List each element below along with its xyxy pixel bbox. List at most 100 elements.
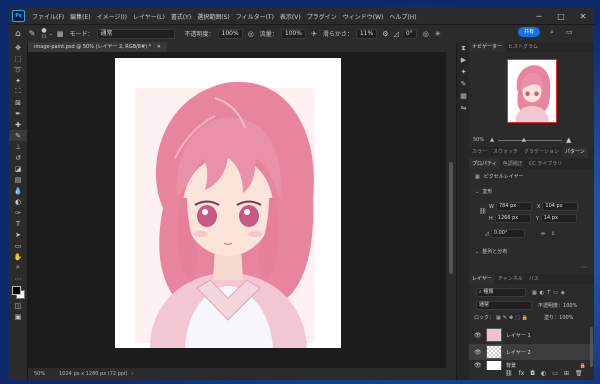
layer-row[interactable]: 👁 背景 🔒 <box>469 361 594 370</box>
new-layer-icon[interactable]: ⊞ <box>564 370 569 377</box>
lock-move-icon[interactable]: ✥ <box>509 315 513 321</box>
tab-swatches[interactable]: スウォッチ <box>490 147 521 157</box>
pen-tool-icon[interactable]: ✑ <box>9 207 27 218</box>
document-tab[interactable]: image-paint.psd @ 50% (レイヤー 2, RGB/8#) *… <box>28 42 167 52</box>
share-button[interactable]: 共有 <box>518 27 540 37</box>
hand-tool-icon[interactable]: ✋ <box>9 251 27 262</box>
zoom-out-icon[interactable]: ▲ <box>490 137 494 143</box>
menu-window[interactable]: ウィンドウ(W) <box>340 12 387 21</box>
layers-scrollbar[interactable] <box>590 327 593 367</box>
smoothing-field[interactable]: 11% <box>355 28 378 39</box>
tab-navigator[interactable]: ナビゲーター <box>469 42 506 52</box>
filter-type-icon[interactable]: T <box>547 290 550 296</box>
menu-edit[interactable]: 編集(E) <box>67 12 93 21</box>
home-icon[interactable]: ⌂ <box>15 29 21 39</box>
delete-layer-icon[interactable]: 🗑 <box>575 370 583 377</box>
menu-view[interactable]: 表示(V) <box>277 12 304 21</box>
fill-value[interactable]: 100% <box>559 315 573 321</box>
adjustment-layer-icon[interactable]: ◐ <box>541 370 546 377</box>
eyedropper-tool-icon[interactable]: ✒ <box>9 108 27 119</box>
document-canvas[interactable] <box>115 58 341 348</box>
layer-row[interactable]: 👁 レイヤー 1 <box>469 327 594 343</box>
fx-icon[interactable]: fx <box>519 370 525 377</box>
pressure-opacity-icon[interactable]: ◎ <box>248 30 254 38</box>
path-selection-tool-icon[interactable]: ➤ <box>9 229 27 240</box>
canvas-area[interactable] <box>28 52 446 368</box>
menu-type[interactable]: 書式(Y) <box>168 12 194 21</box>
eraser-tool-icon[interactable]: ◪ <box>9 163 27 174</box>
tab-color[interactable]: カラー <box>469 147 490 157</box>
tab-paths[interactable]: パス <box>526 274 542 284</box>
magic-wand-tool-icon[interactable]: ✦ <box>9 75 27 86</box>
chevron-right-icon[interactable]: › <box>131 371 133 377</box>
more-tools-icon[interactable]: ⋯ <box>9 273 27 284</box>
healing-brush-tool-icon[interactable]: ✚ <box>9 119 27 130</box>
menu-select[interactable]: 選択範囲(S) <box>194 12 233 21</box>
gradient-tool-icon[interactable]: ▤ <box>9 174 27 185</box>
crop-tool-icon[interactable]: ⛶ <box>9 86 27 97</box>
filter-adjust-icon[interactable]: ◐ <box>540 290 544 296</box>
frame-tool-icon[interactable]: ⊠ <box>9 97 27 108</box>
brush-tool-icon[interactable]: ✎ <box>29 29 36 38</box>
filter-pixel-icon[interactable]: ▦ <box>532 290 537 296</box>
screen-mode-icon[interactable]: ▣ <box>9 311 27 322</box>
menu-plugins[interactable]: プラグイン <box>304 12 340 21</box>
eye-icon[interactable]: 👁 <box>474 332 482 339</box>
brush-preset-picker[interactable]: ● 11 <box>41 27 46 40</box>
properties-more-icon[interactable]: ⋯ <box>581 264 587 271</box>
new-group-icon[interactable]: ▭ <box>552 370 558 377</box>
filter-smart-icon[interactable]: ◈ <box>561 290 565 296</box>
flip-horizontal-icon[interactable]: ⇹ <box>541 231 545 237</box>
lock-pixels-icon[interactable]: ▦ <box>496 315 501 321</box>
pressure-size-icon[interactable]: ◎ <box>423 30 429 38</box>
blend-mode-select[interactable]: 通常 <box>476 301 532 310</box>
search-icon[interactable]: ⌕ <box>550 28 554 37</box>
dodge-tool-icon[interactable]: ◐ <box>9 196 27 207</box>
menu-layer[interactable]: レイヤー(L) <box>130 12 168 21</box>
tab-histogram[interactable]: ヒストグラム <box>505 42 541 52</box>
zoom-tool-icon[interactable]: ⌕ <box>9 262 27 273</box>
close-icon[interactable]: ✕ <box>157 44 161 50</box>
history-brush-tool-icon[interactable]: ↺ <box>9 152 27 163</box>
menu-help[interactable]: ヘルプ(H) <box>386 12 419 21</box>
marquee-tool-icon[interactable]: ⬚ <box>9 53 27 64</box>
brush-tool-icon[interactable]: ✎ <box>9 130 27 141</box>
menu-filter[interactable]: フィルター(T) <box>233 12 277 21</box>
canvas-vertical-scrollbar[interactable] <box>446 52 456 368</box>
navigator-view-box[interactable] <box>507 59 557 123</box>
lasso-tool-icon[interactable]: ➰ <box>9 64 27 75</box>
lock-all-icon[interactable]: 🔒 <box>522 315 528 321</box>
airbrush-icon[interactable]: ✈ <box>311 30 317 38</box>
eye-icon[interactable]: 👁 <box>474 362 482 369</box>
angle-field[interactable]: 0° <box>401 28 417 39</box>
type-tool-icon[interactable]: T <box>9 218 27 229</box>
transform-header[interactable]: ⌄ 変形 <box>475 188 492 196</box>
add-mask-icon[interactable]: ◘ <box>530 370 535 377</box>
h-field[interactable]: 1266 px <box>494 214 531 223</box>
filter-shape-icon[interactable]: ▭ <box>553 290 558 296</box>
zoom-in-icon[interactable]: ▲ <box>566 136 571 144</box>
layer-row-selected[interactable]: 👁 レイヤー 2 <box>469 344 594 360</box>
symmetry-icon[interactable]: ✳ <box>435 30 441 38</box>
blur-tool-icon[interactable]: 💧 <box>9 185 27 196</box>
x-field[interactable]: 104 px <box>542 202 579 211</box>
scrollbar-thumb[interactable] <box>449 162 453 274</box>
minimize-icon[interactable]: ─ <box>528 8 550 24</box>
color-swatches[interactable] <box>9 284 27 300</box>
w-field[interactable]: 784 px <box>495 202 532 211</box>
mode-select[interactable]: 通常 <box>96 28 175 39</box>
tab-gradients[interactable]: グラデーション <box>521 147 562 157</box>
foreground-color-swatch[interactable] <box>12 286 21 295</box>
angle-field[interactable]: 0.00° <box>490 229 525 238</box>
menu-file[interactable]: ファイル(F) <box>29 12 67 21</box>
tab-cc-libraries[interactable]: CC ライブラリ <box>526 159 566 169</box>
tab-channels[interactable]: チャンネル <box>495 274 526 284</box>
move-tool-icon[interactable]: ✥ <box>9 42 27 53</box>
y-field[interactable]: 14 px <box>540 214 577 223</box>
quick-mask-icon[interactable]: ◫ <box>9 300 27 311</box>
lock-artboard-icon[interactable]: ⬚ <box>515 315 520 321</box>
tab-adjustments[interactable]: 色調補正 <box>500 159 526 169</box>
clone-stamp-tool-icon[interactable]: ⊥ <box>9 141 27 152</box>
layer-opacity-value[interactable]: 100% <box>563 303 577 309</box>
flow-field[interactable]: 100% <box>280 28 306 39</box>
